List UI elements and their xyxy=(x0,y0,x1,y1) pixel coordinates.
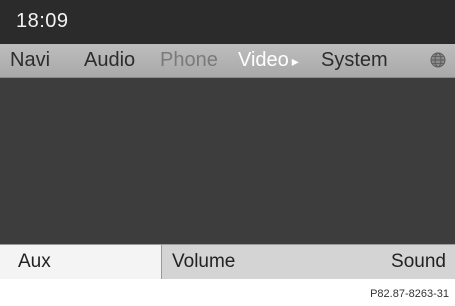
sound-label: Sound xyxy=(391,251,446,272)
status-bar: 18:09 xyxy=(0,0,455,44)
selection-marker-icon: ▸ xyxy=(291,53,299,69)
menu-item-phone[interactable]: Phone xyxy=(160,49,218,72)
menu-item-system[interactable]: System xyxy=(321,49,388,72)
menu-item-navi[interactable]: Navi xyxy=(10,49,50,72)
clock: 18:09 xyxy=(16,10,69,32)
aux-label: Aux xyxy=(18,251,51,272)
main-menu-bar: Navi Audio Phone Video ▸ System xyxy=(0,44,455,78)
menu-item-audio[interactable]: Audio xyxy=(84,49,135,72)
menu-item-video[interactable]: Video ▸ xyxy=(238,49,299,72)
volume-label: Volume xyxy=(172,251,236,272)
volume-softkey[interactable]: Volume xyxy=(172,245,235,279)
menu-item-video-label: Video xyxy=(238,49,289,71)
aux-softkey[interactable]: Aux xyxy=(0,245,162,279)
video-content-area xyxy=(0,78,455,244)
figure-reference-code: P82.87-8263-31 xyxy=(370,288,449,300)
sound-softkey[interactable]: Sound xyxy=(391,245,446,279)
softkey-bar: Aux Volume Sound xyxy=(0,244,455,279)
globe-icon[interactable] xyxy=(430,52,446,68)
head-unit-screen: 18:09 Navi Audio Phone Video ▸ System Aux… xyxy=(0,0,455,279)
